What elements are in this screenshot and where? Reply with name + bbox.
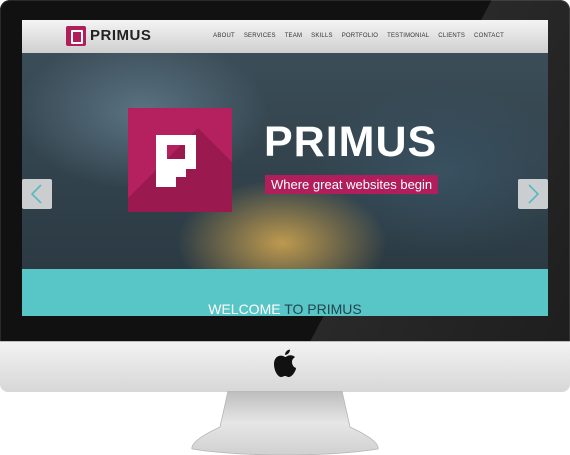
apple-logo-icon bbox=[274, 349, 296, 377]
hero-title: PRIMUS bbox=[264, 118, 438, 166]
slider-prev-button[interactable] bbox=[22, 179, 52, 209]
nav-item-services[interactable]: SERVICES bbox=[244, 33, 276, 39]
hero-logo-icon bbox=[128, 108, 232, 212]
welcome-word: WELCOME bbox=[208, 301, 281, 316]
monitor-screen: PRIMUS ABOUT SERVICES TEAM SKILLS PORTFO… bbox=[22, 20, 548, 316]
welcome-highlight: TO PRIMUS bbox=[280, 301, 362, 316]
chevron-left-icon bbox=[30, 184, 42, 204]
nav-item-clients[interactable]: CLIENTS bbox=[438, 33, 465, 39]
site-logo-text[interactable]: PRIMUS bbox=[90, 27, 151, 44]
hero-tagline: Where great websites begin bbox=[265, 175, 439, 194]
site-logo-icon[interactable] bbox=[66, 26, 86, 46]
slider-next-button[interactable] bbox=[518, 179, 548, 209]
nav-item-skills[interactable]: SKILLS bbox=[311, 33, 333, 39]
main-nav: ABOUT SERVICES TEAM SKILLS PORTFOLIO TES… bbox=[204, 33, 504, 39]
site-header: PRIMUS ABOUT SERVICES TEAM SKILLS PORTFO… bbox=[22, 20, 548, 53]
welcome-heading: WELCOME TO PRIMUS bbox=[22, 301, 548, 316]
monitor-stand bbox=[191, 391, 379, 455]
nav-item-portfolio[interactable]: PORTFOLIO bbox=[342, 33, 378, 39]
chevron-right-icon bbox=[528, 184, 540, 204]
nav-item-team[interactable]: TEAM bbox=[285, 33, 302, 39]
nav-item-contact[interactable]: CONTACT bbox=[474, 33, 504, 39]
p-letter-icon bbox=[156, 135, 196, 187]
nav-item-testimonial[interactable]: TESTIMONIAL bbox=[387, 33, 429, 39]
hero-slider: PRIMUS Where great websites begin bbox=[22, 53, 548, 269]
nav-item-about[interactable]: ABOUT bbox=[213, 33, 235, 39]
